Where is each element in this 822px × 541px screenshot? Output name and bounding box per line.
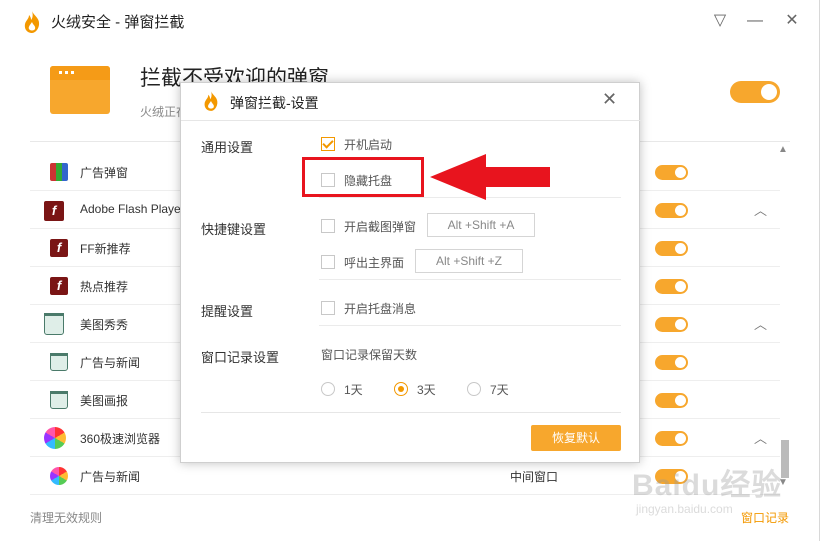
section-hotkey-label: 快捷键设置 bbox=[201, 222, 267, 237]
scroll-up-icon[interactable]: ▲ bbox=[778, 144, 788, 155]
window-border bbox=[819, 0, 820, 541]
chevron-up-icon[interactable]: ︿ bbox=[754, 200, 767, 219]
screenshot-hotkey-input[interactable]: Alt +Shift +A bbox=[427, 213, 535, 237]
rule-toggle[interactable] bbox=[655, 431, 688, 446]
list-row-name: 美图秀秀 bbox=[80, 318, 129, 332]
list-row-name: Adobe Flash Player bbox=[80, 202, 185, 216]
browser-icon bbox=[44, 427, 66, 449]
list-row-name: 广告与新闻 bbox=[80, 356, 141, 370]
log-days-option-1: 1天 bbox=[344, 383, 363, 397]
chevron-up-icon[interactable]: ︿ bbox=[754, 428, 767, 447]
dialog-header-divider bbox=[181, 120, 641, 121]
section-reminder-label: 提醒设置 bbox=[201, 304, 254, 319]
rule-toggle[interactable] bbox=[655, 203, 688, 218]
baidu-watermark: Baidu经验 jingyan.baidu.com bbox=[628, 450, 788, 520]
section-divider bbox=[319, 279, 621, 280]
list-row-name: 广告弹窗 bbox=[80, 166, 129, 180]
call-main-label: 呼出主界面 bbox=[344, 256, 405, 270]
screenshot-popup-label: 开启截图弹窗 bbox=[344, 220, 417, 234]
list-row-name: 广告与新闻 bbox=[80, 470, 141, 484]
trash-icon bbox=[44, 313, 64, 335]
watermark-sub: jingyan.baidu.com bbox=[636, 502, 733, 516]
flash-icon: f bbox=[50, 239, 68, 257]
browser-icon bbox=[50, 467, 68, 485]
master-toggle[interactable] bbox=[730, 81, 780, 103]
log-days-radio-1[interactable] bbox=[321, 382, 335, 396]
minimize-icon[interactable]: — bbox=[743, 10, 767, 34]
trash-icon bbox=[50, 353, 68, 371]
list-row-name: 360极速浏览器 bbox=[80, 432, 161, 446]
log-days-radio-3[interactable] bbox=[394, 382, 408, 396]
close-icon[interactable]: ✕ bbox=[780, 10, 804, 34]
dialog-footer-divider bbox=[201, 412, 621, 413]
settings-dialog: 弹窗拦截-设置 ✕ 通用设置 开机启动 隐藏托盘 快捷键设置 开启截图弹窗 Al… bbox=[180, 82, 641, 463]
rule-toggle[interactable] bbox=[655, 355, 688, 370]
screenshot-popup-checkbox[interactable] bbox=[321, 219, 335, 233]
popup-window-icon bbox=[50, 66, 110, 114]
list-row-type: 中间窗口 bbox=[510, 470, 559, 484]
autostart-checkbox[interactable] bbox=[321, 137, 335, 151]
tray-message-label: 开启托盘消息 bbox=[344, 302, 417, 316]
chevron-up-icon[interactable]: ︿ bbox=[754, 314, 767, 333]
huorong-logo-icon bbox=[24, 11, 40, 33]
section-divider bbox=[319, 325, 621, 326]
section-log-label: 窗口记录设置 bbox=[201, 350, 280, 365]
dialog-close-icon[interactable]: ✕ bbox=[602, 89, 617, 110]
list-row-name: FF新推荐 bbox=[80, 242, 131, 256]
rule-toggle[interactable] bbox=[655, 241, 688, 256]
title-bar: 火绒安全 - 弹窗拦截 ▽ — ✕ bbox=[0, 0, 822, 44]
tray-message-checkbox[interactable] bbox=[321, 301, 335, 315]
rule-toggle[interactable] bbox=[655, 279, 688, 294]
flash-icon: f bbox=[50, 277, 68, 295]
watermark-main: Baidu经验 bbox=[632, 469, 783, 502]
rule-toggle[interactable] bbox=[655, 317, 688, 332]
log-days-radio-7[interactable] bbox=[467, 382, 481, 396]
list-row-name: 热点推荐 bbox=[80, 280, 129, 294]
trash-icon bbox=[50, 391, 68, 409]
log-days-label: 窗口记录保留天数 bbox=[321, 348, 418, 362]
flash-icon: f bbox=[44, 201, 64, 221]
dialog-title: 弹窗拦截-设置 bbox=[230, 95, 319, 111]
call-main-hotkey-input[interactable]: Alt +Shift +Z bbox=[415, 249, 523, 273]
restore-defaults-button[interactable]: 恢复默认 bbox=[531, 425, 621, 451]
autostart-label: 开机启动 bbox=[344, 138, 393, 152]
winrar-icon bbox=[50, 163, 68, 181]
section-general-label: 通用设置 bbox=[201, 140, 254, 155]
annotation-highlight-box bbox=[302, 157, 424, 197]
app-title: 火绒安全 - 弹窗拦截 bbox=[51, 14, 185, 31]
clean-invalid-rules-link[interactable]: 清理无效规则 bbox=[30, 509, 102, 526]
log-days-option-7: 7天 bbox=[490, 383, 509, 397]
log-days-option-3: 3天 bbox=[417, 383, 436, 397]
rule-toggle[interactable] bbox=[655, 393, 688, 408]
list-row-name: 美图画报 bbox=[80, 394, 129, 408]
triangle-menu-icon[interactable]: ▽ bbox=[708, 10, 732, 34]
rule-toggle[interactable] bbox=[655, 165, 688, 180]
annotation-arrow-icon bbox=[430, 154, 550, 200]
call-main-checkbox[interactable] bbox=[321, 255, 335, 269]
huorong-logo-icon bbox=[204, 91, 218, 111]
